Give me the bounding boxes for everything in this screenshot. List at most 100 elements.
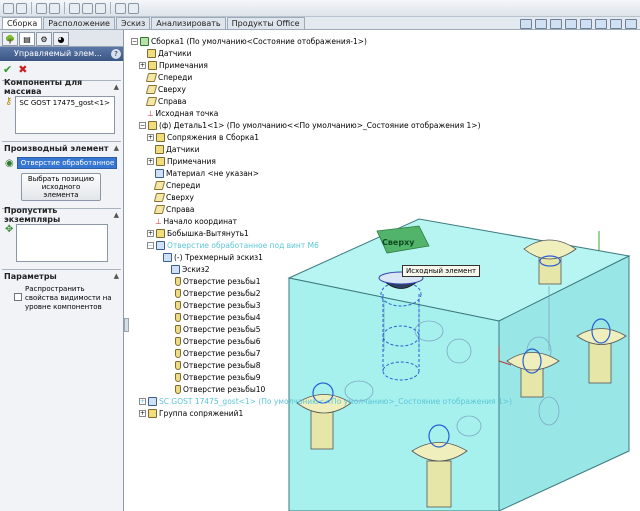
skip-instances-header[interactable]: Пропустить экземпляры ▲ <box>2 206 121 224</box>
tree-node-material[interactable]: Материал <не указан> <box>155 167 259 179</box>
collapse-icon[interactable]: − <box>139 121 146 129</box>
tree-node-thread-hole-1[interactable]: Отверстие резьбы1 <box>175 275 261 287</box>
rebuild-icon[interactable] <box>95 2 106 14</box>
driving-feature-header[interactable]: Производный элемент ▲ <box>2 142 121 154</box>
tree-node-thread-hole-7[interactable]: Отверстие резьбы7 <box>175 347 261 359</box>
print-icon[interactable] <box>49 2 60 14</box>
driving-feature-field[interactable]: Отверстие обработанное <box>16 157 117 169</box>
hide-show-icon[interactable] <box>610 19 622 29</box>
skip-instances-list[interactable] <box>16 224 109 262</box>
tree-node-3d-sketch[interactable]: (-) Трехмерный эскиз1 <box>163 251 263 263</box>
tree-node-screw-component[interactable]: + SC GOST 17475_gost<1> (По умолчанию<<По… <box>139 395 512 407</box>
mate-group-icon <box>148 408 157 418</box>
zoom-to-fit-icon[interactable] <box>520 19 532 29</box>
collapse-chevron-icon[interactable]: ▲ <box>114 144 119 152</box>
section-view-icon[interactable] <box>565 19 577 29</box>
tree-node-part1[interactable]: − (ф) Деталь1<1> (По умолчанию<<По умолча… <box>139 119 481 131</box>
cancel-x-icon[interactable]: ✖ <box>18 63 27 76</box>
tree-node-label: Сборка1 (По умолчанию<Состояние отображе… <box>151 36 367 46</box>
property-manager-panel: 🌳 ▤ ⚙ ◕ Управляемый элем... ? ✔ ✖ Компон… <box>0 30 124 511</box>
tree-node-part-origin[interactable]: ⊥ Начало координат <box>155 215 237 227</box>
tree-node-thread-hole-5[interactable]: Отверстие резьбы5 <box>175 323 261 335</box>
tree-node-mates-in-assembly[interactable]: + Сопряжения в Сборка1 <box>147 131 259 143</box>
tree-node-boss-extrude[interactable]: + Бобышка-Вытянуть1 <box>147 227 249 239</box>
options-icon[interactable] <box>128 2 139 14</box>
components-section-header[interactable]: Компоненты для массива ▲ <box>2 78 121 96</box>
main-toolbar <box>0 0 640 17</box>
appearance-icon[interactable] <box>625 19 637 29</box>
expand-icon[interactable]: + <box>147 157 154 165</box>
component-list-item[interactable]: SC GOST 17475_gost<1> <box>19 99 110 107</box>
component-icon <box>148 396 157 406</box>
ok-check-icon[interactable]: ✔ <box>3 63 12 76</box>
tree-node-sketch2[interactable]: Эскиз2 <box>171 263 210 275</box>
tree-node-origin[interactable]: ⊥ Исходная точка <box>147 107 218 119</box>
configuration-manager-tab-icon[interactable]: ⚙ <box>36 32 52 46</box>
tree-node-front-plane[interactable]: Спереди <box>145 71 192 83</box>
tree-node-right-plane[interactable]: Справа <box>145 95 187 107</box>
tree-node-thread-hole-6[interactable]: Отверстие резьбы6 <box>175 335 261 347</box>
collapse-icon[interactable]: − <box>147 241 154 249</box>
tree-node-part-right[interactable]: Справа <box>153 203 195 215</box>
tree-node-label: Отверстие резьбы3 <box>183 300 261 310</box>
open-icon[interactable] <box>16 2 27 14</box>
file-props-icon[interactable] <box>115 2 126 14</box>
component-pattern-icon: ⚷ <box>5 96 13 107</box>
tree-node-thread-hole-10[interactable]: Отверстие резьбы10 <box>175 383 265 395</box>
tree-node-hole-wizard[interactable]: − Отверстие обработанное под винт М6 <box>147 239 319 251</box>
property-manager-tab-icon[interactable]: ▤ <box>19 32 35 46</box>
tree-node-top-plane[interactable]: Сверху <box>145 83 186 95</box>
tab-office-products[interactable]: Продукты Office <box>226 17 305 29</box>
feature-manager-tab-icon[interactable]: 🌳 <box>2 32 18 46</box>
tree-node-thread-hole-2[interactable]: Отверстие резьбы2 <box>175 287 261 299</box>
expand-icon[interactable]: + <box>139 409 146 417</box>
view-orientation-icon[interactable] <box>580 19 592 29</box>
tab-evaluate[interactable]: Анализировать <box>151 17 226 29</box>
zoom-area-icon[interactable] <box>535 19 547 29</box>
ok-cancel-row: ✔ ✖ <box>0 61 123 77</box>
hole-icon <box>175 348 181 358</box>
save-icon[interactable] <box>36 2 47 14</box>
collapse-chevron-icon[interactable]: ▲ <box>114 211 119 219</box>
tree-node-thread-hole-4[interactable]: Отверстие резьбы4 <box>175 311 261 323</box>
tree-node-assembly[interactable]: − Сборка1 (По умолчанию<Состояние отображ… <box>131 35 367 47</box>
undo-icon[interactable] <box>69 2 80 14</box>
components-section: Компоненты для массива ▲ ⚷ SC GOST 17475… <box>2 78 121 138</box>
tree-node-thread-hole-9[interactable]: Отверстие резьбы9 <box>175 371 261 383</box>
options-header[interactable]: Параметры ▲ <box>2 270 121 282</box>
components-list[interactable]: SC GOST 17475_gost<1> <box>15 96 116 134</box>
collapse-chevron-icon[interactable]: ▲ <box>114 83 119 91</box>
tree-node-label: Сопряжения в Сборка1 <box>167 132 259 142</box>
collapse-icon[interactable]: − <box>131 37 138 45</box>
expand-icon[interactable]: + <box>147 229 154 237</box>
tree-node-part-sensors[interactable]: Датчики <box>155 143 200 155</box>
collapse-chevron-icon[interactable]: ▲ <box>114 272 119 280</box>
tab-sketch[interactable]: Эскиз <box>115 17 151 29</box>
origin-icon: ⊥ <box>155 216 162 226</box>
expand-icon[interactable]: + <box>139 61 146 69</box>
previous-view-icon[interactable] <box>550 19 562 29</box>
tree-node-thread-hole-8[interactable]: Отверстие резьбы8 <box>175 359 261 371</box>
tree-node-part-front[interactable]: Спереди <box>153 179 200 191</box>
tree-node-mate-group[interactable]: + Группа сопряжений1 <box>139 407 243 419</box>
new-icon[interactable] <box>3 2 14 14</box>
propagate-visibility-checkbox[interactable] <box>14 293 22 301</box>
tree-node-label: Отверстие обработанное под винт М6 <box>167 240 319 250</box>
select-icon[interactable] <box>82 2 93 14</box>
help-icon[interactable]: ? <box>111 49 121 59</box>
tree-node-annotations[interactable]: + Примечания <box>139 59 208 71</box>
expand-icon[interactable]: + <box>147 133 154 141</box>
display-style-icon[interactable] <box>595 19 607 29</box>
tab-assembly[interactable]: Сборка <box>2 17 43 29</box>
sketch3d-icon <box>163 252 172 262</box>
select-source-position-button[interactable]: Выбрать позицию исходного элемента <box>21 173 101 201</box>
tree-node-thread-hole-3[interactable]: Отверстие резьбы3 <box>175 299 261 311</box>
tree-node-part-annotations[interactable]: + Примечания <box>147 155 216 167</box>
part-icon <box>148 120 157 130</box>
tree-node-sensors[interactable]: Датчики <box>147 47 192 59</box>
tree-node-part-top[interactable]: Сверху <box>153 191 194 203</box>
display-manager-tab-icon[interactable]: ◕ <box>53 32 69 46</box>
expand-icon[interactable]: + <box>139 397 146 405</box>
driving-feature-icon: ◉ <box>5 157 14 169</box>
tab-layout[interactable]: Расположение <box>43 17 115 29</box>
